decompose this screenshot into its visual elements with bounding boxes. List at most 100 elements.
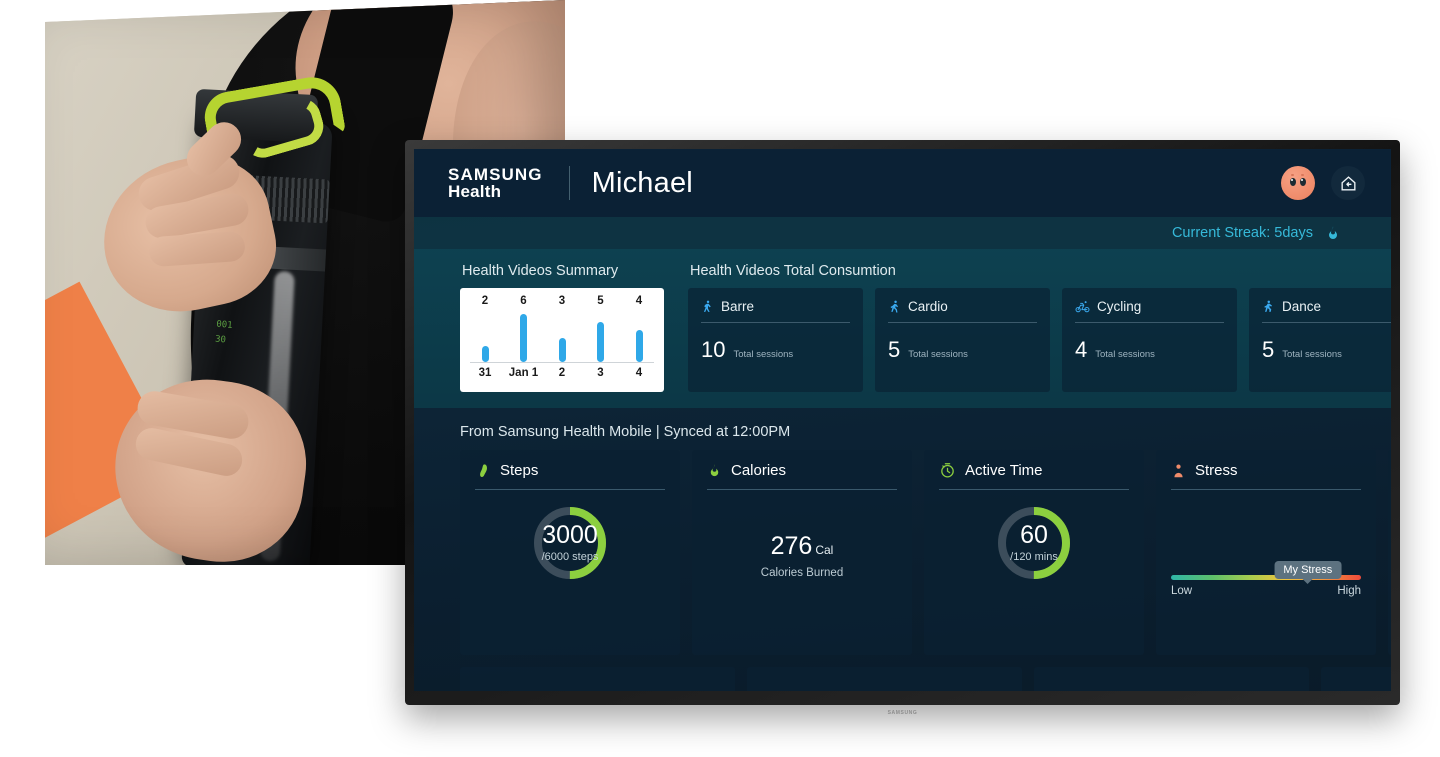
chart-cat-4: 4 <box>635 367 643 379</box>
video-card-dance[interactable]: Dance 5 Total sessions <box>1249 288 1391 392</box>
chart-bar-cell <box>509 310 539 362</box>
metric-card-steps[interactable]: Steps 3000 /6000 steps <box>460 450 680 655</box>
calories-value: 276 <box>770 532 813 560</box>
bicycle-icon <box>1075 301 1090 313</box>
video-card-value: 10 <box>701 337 726 362</box>
videos-row: Health Videos Summary 2 6 3 5 4 31 Jan 1… <box>414 263 1391 392</box>
chart-plot-area <box>470 310 654 363</box>
chart-bar <box>558 338 566 362</box>
video-card-label: Cycling <box>1097 299 1142 314</box>
steps-value: 3000 <box>542 521 598 549</box>
barre-figure-icon <box>703 300 711 312</box>
video-card-value: 5 <box>1262 337 1275 362</box>
chart-cat-3: 3 <box>597 367 604 379</box>
chart-value-0: 2 <box>481 295 489 307</box>
stress-high-label: High <box>1337 585 1361 597</box>
stressed-person-icon <box>1174 464 1183 477</box>
steps-ring: 3000 /6000 steps <box>475 504 665 582</box>
video-card-unit: Total sessions <box>908 349 968 360</box>
bottom-card-3[interactable] <box>1034 667 1309 691</box>
stopwatch-icon <box>941 463 954 478</box>
bottom-card-4[interactable] <box>1321 667 1391 691</box>
chart-category-labels: 31 Jan 1 2 3 4 <box>470 367 654 379</box>
chart-cat-2: 2 <box>558 367 566 379</box>
avatar[interactable] <box>1281 166 1315 200</box>
metric-label: Active Time <box>965 462 1043 479</box>
chart-value-4: 4 <box>635 295 643 307</box>
video-card-label: Dance <box>1282 299 1322 314</box>
bottom-card-1[interactable] <box>460 667 735 691</box>
sync-status-text: From Samsung Health Mobile | Synced at 1… <box>460 424 791 440</box>
samsung-health-logo: SAMSUNG Health <box>448 164 543 201</box>
chart-bar-cell <box>547 310 577 362</box>
video-card-unit: Total sessions <box>733 349 794 360</box>
active-time-value: 60 <box>1020 521 1048 549</box>
metric-card-calories[interactable]: Calories 276 Cal Calories Burned <box>692 450 912 655</box>
chart-bar <box>597 322 604 362</box>
chart-cat-0: 31 <box>478 367 492 379</box>
active-time-goal: /120 mins <box>1010 551 1058 563</box>
mobile-metrics-section: From Samsung Health Mobile | Synced at 1… <box>414 408 1391 691</box>
video-card-label: Cardio <box>908 299 948 314</box>
bottom-cards-row <box>460 667 1391 691</box>
chart-bar <box>635 330 643 362</box>
avatar-eye-right <box>1300 178 1306 186</box>
stress-marker-tooltip: My Stress <box>1274 561 1342 584</box>
tv-device: SAMSUNG Health Michael Current Streak: 5… <box>405 140 1400 716</box>
video-card-value: 4 <box>1075 337 1088 362</box>
metric-card-stress[interactable]: Stress My Stress Low High <box>1156 450 1376 655</box>
metric-label: Steps <box>500 462 539 479</box>
video-card-label: Barre <box>721 299 755 314</box>
metric-card-active-time[interactable]: Active Time 60 /120 mins <box>924 450 1144 655</box>
flame-green-icon <box>710 464 719 477</box>
app-header: SAMSUNG Health Michael <box>414 149 1391 217</box>
calories-caption: Calories Burned <box>760 567 844 579</box>
chart-value-2: 3 <box>558 295 566 307</box>
flame-icon <box>1329 226 1337 239</box>
metric-card-sleep-partial[interactable] <box>1388 450 1391 655</box>
bottom-card-2[interactable] <box>747 667 1022 691</box>
chart-bar-cell <box>624 310 654 362</box>
shoe-footprint-icon <box>480 463 487 477</box>
samsung-health-app: SAMSUNG Health Michael Current Streak: 5… <box>414 149 1391 691</box>
chart-bar-cell <box>470 310 500 362</box>
chart-bar-cell <box>586 310 616 362</box>
avatar-eye-left <box>1290 178 1296 186</box>
stress-scale[interactable]: My Stress Low High <box>1171 561 1361 597</box>
header-divider <box>568 166 570 200</box>
stress-low-label: Low <box>1171 585 1193 597</box>
avatar-brow-right <box>1301 174 1304 176</box>
videos-consumption-title: Health Videos Total Consumtion <box>690 263 896 279</box>
dancing-figure-icon <box>1264 300 1272 312</box>
home-back-button[interactable] <box>1331 166 1365 200</box>
tv-bezel: SAMSUNG Health Michael Current Streak: 5… <box>405 140 1400 716</box>
running-figure-icon <box>890 300 899 313</box>
active-time-ring: 60 /120 mins <box>939 504 1129 582</box>
chart-value-3: 5 <box>597 295 604 307</box>
video-card-cycling[interactable]: Cycling 4 Total sessions <box>1062 288 1237 392</box>
chart-cat-1: Jan 1 <box>508 367 539 379</box>
video-card-cardio[interactable]: Cardio 5 Total sessions <box>875 288 1050 392</box>
streak-text: Current Streak: 5days <box>1171 225 1313 241</box>
chart-bar <box>520 314 527 362</box>
video-card-barre[interactable]: Barre 10 Total sessions <box>688 288 863 392</box>
videos-band: Health Videos Summary 2 6 3 5 4 31 Jan 1… <box>414 249 1391 408</box>
brand-health: Health <box>448 182 502 201</box>
brand-samsung: SAMSUNG <box>448 164 543 184</box>
home-back-icon <box>1340 175 1356 191</box>
steps-goal: /6000 steps <box>541 551 599 563</box>
metrics-row: Steps 3000 /6000 steps Calories 276 Cal … <box>460 450 1391 655</box>
tv-brand-logo: SAMSUNG <box>887 710 918 716</box>
videos-summary-chart[interactable]: 2 6 3 5 4 31 Jan 1 2 3 4 <box>460 288 664 392</box>
videos-summary-title: Health Videos Summary <box>462 263 619 279</box>
chart-bar <box>481 346 489 362</box>
video-card-value: 5 <box>888 337 901 362</box>
videos-consumption-cards: Barre 10 Total sessions Cardio 5 Total s… <box>688 288 1391 392</box>
chart-value-labels: 2 6 3 5 4 <box>470 295 654 307</box>
video-card-unit: Total sessions <box>1282 349 1342 360</box>
calories-unit: Cal <box>815 543 834 557</box>
streak-bar: Current Streak: 5days <box>414 217 1391 249</box>
metric-label: Stress <box>1195 462 1238 479</box>
health-videos-consumption: Health Videos Total Consumtion Barre 10 … <box>688 263 1391 392</box>
video-card-unit: Total sessions <box>1095 349 1155 360</box>
